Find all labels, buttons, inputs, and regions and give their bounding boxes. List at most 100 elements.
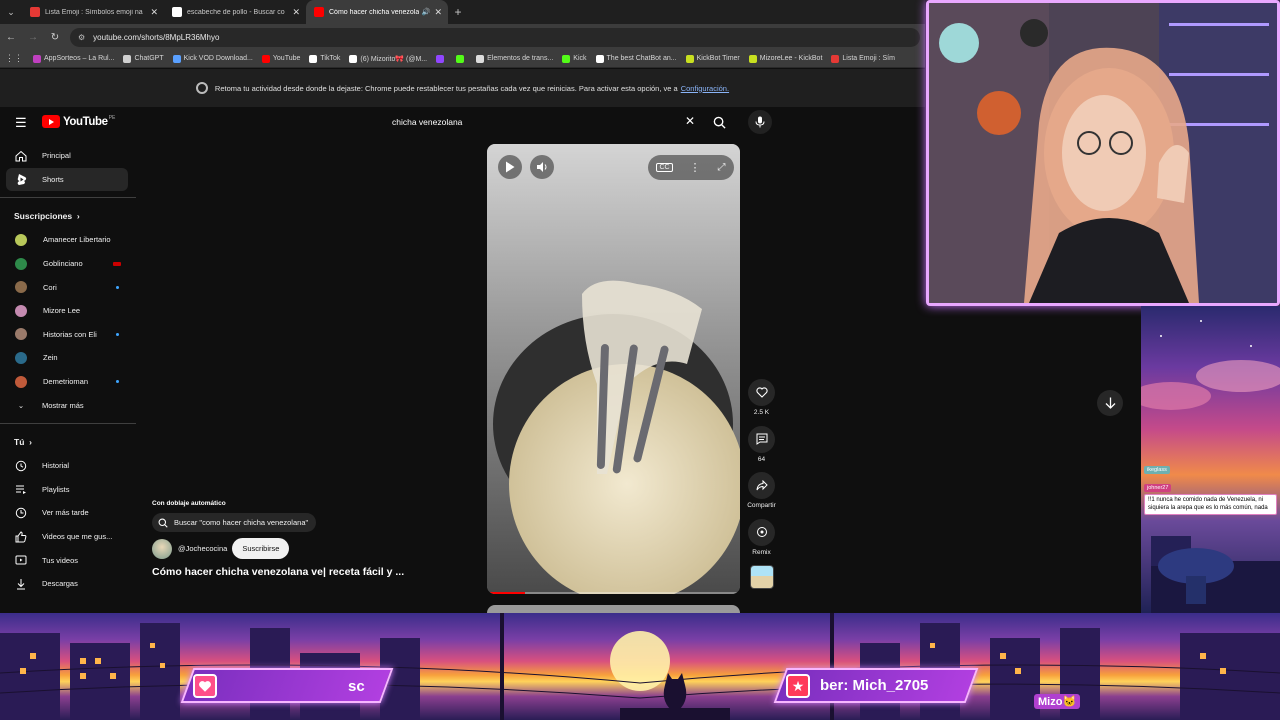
subscription-item[interactable]: Amanecer Libertario (0, 228, 136, 252)
tab-search-icon[interactable]: ⌄ (0, 0, 22, 24)
subscription-item[interactable]: Cori (0, 275, 136, 299)
bookmark-item[interactable]: Lista Emoji : Sím (831, 54, 895, 63)
sidebar-item[interactable]: Principal (0, 144, 136, 168)
bookmark-item[interactable] (456, 54, 467, 63)
address-bar-row: ← → ↻ ⚙ youtube.com/shorts/8MpLR36Mhyo (0, 24, 925, 50)
bookmark-item[interactable]: Kick VOD Download... (172, 54, 253, 63)
stream-chat: ikeglass johner27 !!1 nunca he comido nada… (1144, 458, 1277, 515)
bookmark-item[interactable]: YouTube (261, 54, 300, 63)
search-button[interactable] (706, 111, 732, 133)
next-short-button[interactable] (1097, 390, 1123, 416)
tab-title: Lista Emoji : Símbolos emoji na (45, 8, 143, 16)
clear-search-icon[interactable]: ✕ (685, 114, 695, 128)
browser-tab[interactable]: Cómo hacer chicha venezola 🔊 ✕ (306, 0, 448, 24)
youtube-play-icon (42, 115, 60, 128)
bookmark-item[interactable]: KickBot Timer (685, 54, 740, 63)
comments-button[interactable] (748, 425, 775, 453)
history-icon (14, 460, 28, 472)
bookmark-item[interactable]: (6) Mizorito🎀 (@M... (349, 54, 427, 63)
subscription-item[interactable]: Demetrioman (0, 370, 136, 394)
sidebar-item[interactable]: Shorts (6, 167, 128, 192)
subscribe-button[interactable]: Suscribirse (232, 538, 290, 559)
search-input[interactable]: chicha venezolana ✕ (381, 110, 705, 133)
share-button[interactable] (748, 472, 775, 499)
channel-avatar (15, 351, 27, 364)
subscription-item[interactable]: Historias con Eli (0, 323, 136, 347)
you-heading[interactable]: Tú › (0, 430, 136, 454)
close-tab-icon[interactable]: ✕ (292, 7, 300, 18)
bookmark-favicon-icon (349, 54, 358, 63)
reload-icon[interactable]: ↻ (44, 24, 66, 50)
playlists-icon (14, 483, 28, 495)
new-content-dot (116, 285, 119, 289)
comment-count: 64 (757, 455, 766, 463)
new-tab-button[interactable]: + (448, 0, 468, 24)
sidebar-item[interactable]: Ver más tarde (0, 501, 136, 525)
sidebar-item[interactable]: Tus videos (0, 548, 136, 572)
more-options-icon[interactable]: ⋮ (690, 161, 701, 174)
bookmark-item[interactable] (436, 54, 447, 63)
bookmark-item[interactable]: MizoreLee - KickBot (748, 54, 822, 63)
chat-username: ikeglass (1144, 466, 1170, 474)
channel-avatar (15, 304, 27, 317)
bookmark-item[interactable]: Elementos de trans... (476, 54, 553, 63)
bookmark-item[interactable]: Kick (562, 54, 587, 63)
play-button[interactable] (498, 155, 522, 179)
voice-search-button[interactable] (748, 110, 772, 134)
audio-playing-icon[interactable]: 🔊 (422, 8, 431, 16)
chat-text: !!1 nunca he comido nada de Venezuela, n… (1144, 494, 1277, 515)
sidebar-item[interactable]: Videos que me gus... (0, 525, 136, 549)
shorts-video-player[interactable]: CC ⋮ ⤢ (487, 144, 740, 594)
sidebar-item-label: Principal (42, 151, 71, 161)
settings-link[interactable]: Configuración. (681, 84, 729, 93)
alert-banner-left-text: sc (348, 678, 365, 695)
subscriptions-heading[interactable]: Suscripciones › (0, 204, 136, 228)
remix-button[interactable] (748, 518, 775, 546)
bookmark-item[interactable]: TikTok (309, 54, 340, 63)
close-tab-icon[interactable]: ✕ (150, 7, 158, 18)
tab-title: Cómo hacer chicha venezola (329, 8, 419, 16)
back-icon[interactable]: ← (0, 24, 22, 50)
search-suggestion-chip[interactable]: Buscar "como hacer chicha venezolana" (152, 513, 317, 532)
sidebar-item[interactable]: Descargas (0, 572, 136, 596)
share-icon (756, 480, 768, 491)
subscription-item[interactable]: Goblinciano (0, 252, 136, 276)
browser-tab[interactable]: escabeche de pollo - Buscar co ✕ (164, 0, 306, 24)
subscription-label: Demetrioman (43, 377, 89, 387)
menu-icon[interactable]: ☰ (15, 115, 27, 131)
subscription-item[interactable]: Mizore Lee (0, 299, 136, 323)
like-button[interactable] (748, 379, 775, 406)
bookmark-item[interactable]: ChatGPT (123, 54, 164, 63)
like-count: 2.5 K (753, 409, 770, 416)
sidebar-item[interactable]: Historial (0, 454, 136, 478)
apps-grid-icon[interactable]: ⋮⋮ (5, 53, 23, 64)
mute-button[interactable] (530, 155, 554, 179)
bookmark-label: Kick (573, 55, 587, 62)
close-tab-icon[interactable]: ✕ (434, 7, 442, 18)
forward-icon[interactable]: → (22, 24, 44, 50)
webcam-image (929, 3, 1277, 303)
browser-tab[interactable]: Lista Emoji : Símbolos emoji na ✕ (22, 0, 164, 24)
sidebar-item-label: Ver más tarde (42, 508, 89, 518)
channel-avatar[interactable] (152, 538, 172, 559)
bookmark-item[interactable]: The best ChatBot an... (595, 54, 677, 63)
comment-action: 64 (744, 425, 779, 473)
captions-icon[interactable]: CC (656, 163, 673, 172)
sidebar-item[interactable]: Playlists (0, 478, 136, 502)
remix-icon (756, 527, 767, 537)
subscription-item[interactable]: Zein (0, 346, 136, 370)
sound-thumbnail[interactable] (749, 565, 774, 589)
url-field[interactable]: ⚙ youtube.com/shorts/8MpLR36Mhyo (70, 27, 920, 47)
video-title[interactable]: Cómo hacer chicha venezolana ve| receta … (152, 566, 482, 578)
site-info-icon[interactable]: ⚙ (78, 33, 85, 42)
show-more-button[interactable]: ⌄ Mostrar más (0, 393, 136, 417)
bookmark-label: Kick VOD Download... (183, 55, 253, 62)
comment-icon (756, 433, 767, 445)
video-progress-bar[interactable] (487, 592, 740, 594)
shorts-icon (14, 173, 28, 186)
streamer-tag: Mizo🐱 (1034, 694, 1081, 709)
youtube-logo[interactable]: YouTube PE (42, 115, 115, 128)
fullscreen-icon[interactable]: ⤢ (718, 162, 726, 173)
channel-name[interactable]: @Jochecocina (178, 544, 227, 553)
bookmark-item[interactable]: AppSorteos – La Rul... (33, 54, 114, 63)
